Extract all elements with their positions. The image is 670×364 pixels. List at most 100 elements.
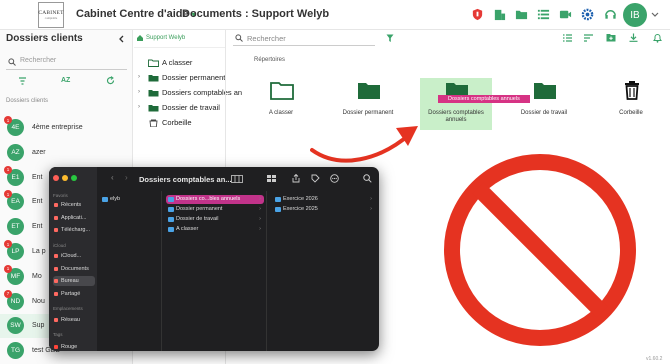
building-icon[interactable] (493, 8, 506, 21)
filter-lines-icon[interactable] (18, 77, 27, 85)
folder-tile[interactable]: A classer (245, 78, 317, 130)
tree-item[interactable]: › Dossier permanent (138, 72, 225, 86)
bell-icon[interactable] (653, 33, 662, 43)
folder-icon (168, 197, 174, 202)
filter-icon[interactable] (386, 34, 394, 43)
download-icon[interactable] (629, 33, 638, 42)
folder-icon (275, 207, 281, 212)
folder-icon[interactable] (515, 8, 528, 21)
finder-file-row[interactable]: Exercice 2026 › (273, 195, 375, 204)
finder-title: Dossiers comptables an... (139, 175, 232, 184)
refresh-icon[interactable] (106, 76, 115, 85)
finder-sidebar-item[interactable]: iCloud... (53, 251, 95, 261)
folder-icon (148, 75, 159, 82)
notification-badge: 1 (4, 116, 12, 124)
group-icon[interactable] (267, 175, 277, 183)
finder-file-row[interactable]: Dossier de travail › (166, 215, 264, 224)
video-icon[interactable] (559, 8, 572, 21)
sort-az-button[interactable]: AZ (61, 77, 70, 84)
search-icon (235, 34, 243, 42)
tree-item-label: Corbeille (162, 118, 192, 127)
finder-file-row[interactable]: A classer › (166, 225, 264, 234)
close-window-button[interactable] (53, 175, 59, 181)
finder-sidebar-item[interactable]: Récents (53, 200, 95, 210)
finder-sidebar-item[interactable]: Bureau (53, 276, 95, 286)
list-icon[interactable] (537, 8, 550, 21)
client-list-item[interactable]: 4E 1 4ème entreprise (0, 116, 133, 140)
finder-file-row[interactable]: Dossier permanent › (166, 205, 264, 214)
finder-sidebar-item[interactable]: Rouge (53, 342, 95, 351)
client-search-input[interactable]: Rechercher (6, 56, 127, 70)
search-icon[interactable] (363, 174, 372, 183)
minimize-window-button[interactable] (62, 175, 68, 181)
finder-window[interactable]: ‹ › Dossiers comptables an... Favoris Ré… (49, 167, 379, 351)
finder-sidebar-item[interactable]: Applicati... (53, 213, 95, 223)
chevron-left-icon[interactable] (118, 35, 124, 43)
client-list-item[interactable]: AZ azer (0, 141, 133, 165)
app-name: Cabinet Centre d'aide (76, 8, 189, 20)
folder-icon (168, 227, 174, 232)
finder-sidebar-item[interactable]: Partagé (53, 289, 95, 299)
client-name: La p (32, 248, 46, 255)
zoom-window-button[interactable] (71, 175, 77, 181)
tag-icon[interactable] (311, 174, 320, 183)
list-view-icon[interactable] (563, 34, 572, 42)
sidebar-item-icon (54, 345, 58, 349)
prohibited-sign-icon (444, 154, 636, 346)
tree-item[interactable]: › Dossier de travail (138, 102, 224, 116)
red-arrow-annotation (310, 126, 418, 163)
folder-icon (275, 197, 281, 202)
chevron-right-icon[interactable]: › (138, 104, 140, 110)
sidebar-item-icon (54, 318, 58, 322)
cabinet-logo[interactable]: CABINET comptable (38, 2, 64, 28)
folder-outline-icon (270, 82, 294, 100)
document-search-input[interactable]: Rechercher (233, 32, 375, 46)
more-actions-icon[interactable] (330, 174, 339, 183)
back-icon[interactable]: ‹ (111, 173, 114, 182)
finder-sidebar-label: Applicati... (61, 214, 87, 221)
tree-item-label: Dossier de travail (162, 103, 220, 112)
icloud-label: iCloud (53, 243, 66, 248)
breadcrumb-current[interactable]: Support Welyb (146, 35, 185, 41)
finder-sidebar-item[interactable]: Télécharg... (53, 225, 95, 235)
folder-tile[interactable]: Dossiers comptables annuels (420, 78, 492, 130)
client-name: Ent (32, 198, 43, 206)
share-icon[interactable] (292, 174, 300, 183)
finder-sidebar-item[interactable]: Documents (53, 264, 95, 274)
chevron-down-icon[interactable] (651, 12, 659, 18)
chevron-right-icon[interactable]: › (138, 89, 140, 95)
column-view-icon[interactable] (231, 175, 243, 183)
tree-item[interactable]: › Dossiers comptables an (138, 87, 242, 101)
user-avatar[interactable]: IB (623, 3, 647, 27)
home-icon[interactable] (136, 34, 144, 42)
folder-tile[interactable]: Dossier de travail (508, 78, 580, 130)
folder-tile-label: Dossier de travail (520, 110, 568, 116)
tree-item[interactable]: A classer (138, 57, 224, 71)
finder-file-label: Dossier de travail (176, 216, 219, 222)
finder-file-label: Dossier permanent (176, 206, 223, 212)
finder-sidebar-item[interactable]: Réseau (53, 315, 95, 325)
client-avatar: TG (7, 342, 24, 360)
finder-file-label: Exercice 2025 (283, 206, 318, 212)
finder-column-1: elyb (98, 191, 162, 351)
search-placeholder: Rechercher (247, 34, 286, 43)
directories-section-label: Répertoires (254, 57, 286, 63)
sidebar-item-icon (54, 279, 58, 283)
trash-icon (149, 119, 158, 127)
forward-icon[interactable]: › (125, 173, 128, 182)
app-switcher[interactable]: Cabinet Centre d'aide ▾ (76, 8, 196, 20)
folder-tile[interactable]: Corbeille (595, 78, 667, 130)
app-version: v1.60.2 (646, 356, 663, 362)
new-folder-icon[interactable] (606, 33, 616, 42)
finder-file-row[interactable]: Exercice 2025 › (273, 205, 375, 214)
finder-file-row[interactable]: elyb (100, 195, 159, 204)
chevron-right-icon[interactable]: › (138, 74, 140, 80)
page-title: Documents : Support Welyb (182, 8, 330, 20)
finder-file-row[interactable]: Dossiers co...bles annuels › (166, 195, 264, 204)
gear-icon[interactable] (581, 8, 594, 21)
finder-sidebar-label: Réseau (61, 317, 80, 323)
sort-icon[interactable] (584, 34, 593, 42)
support-headset-icon[interactable] (604, 8, 617, 21)
tree-item[interactable]: Corbeille (138, 117, 224, 131)
shield-icon[interactable] (471, 8, 484, 21)
